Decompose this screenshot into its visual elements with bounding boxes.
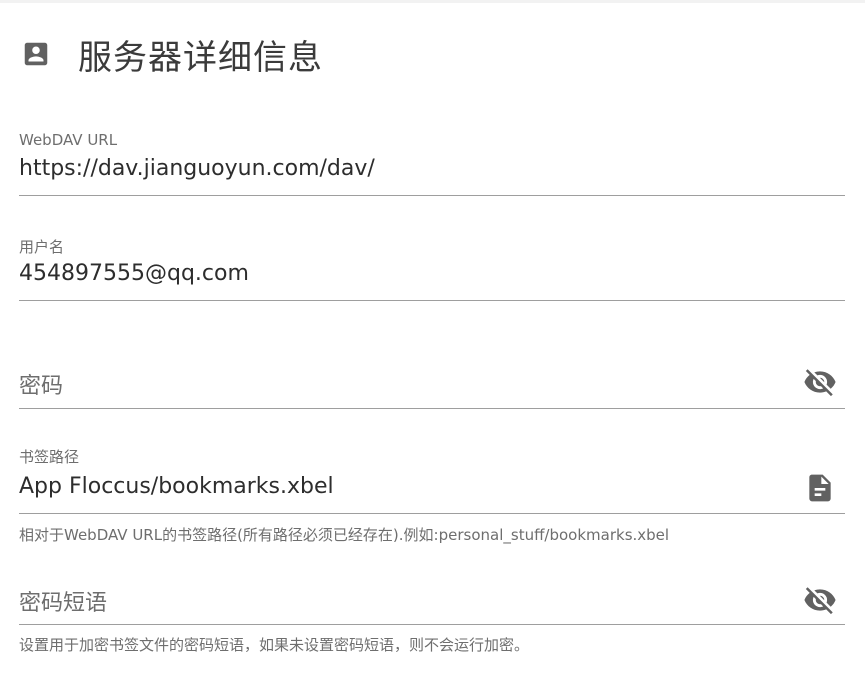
username-field[interactable]: 用户名 454897555@qq.com [19, 228, 845, 306]
file-document-icon[interactable] [803, 471, 837, 505]
username-underline [19, 300, 845, 301]
bookmark-path-label: 书签路径 [19, 448, 80, 466]
webdav-url-field[interactable]: WebDAV URL https://dav.jianguoyun.com/da… [19, 123, 845, 201]
eye-off-icon[interactable] [803, 583, 837, 617]
webdav-url-underline [19, 195, 845, 196]
passphrase-hint: 设置用于加密书签文件的密码短语，如果未设置密码短语，则不会运行加密。 [19, 636, 530, 654]
username-input[interactable]: 454897555@qq.com [19, 261, 249, 286]
passphrase-underline [19, 624, 845, 625]
password-input[interactable]: 密码 [19, 368, 63, 400]
password-underline [19, 408, 845, 409]
passphrase-input[interactable]: 密码短语 [19, 585, 107, 617]
section-header: 服务器详细信息 [18, 29, 323, 79]
bookmark-path-field[interactable]: 书签路径 App Floccus/bookmarks.xbel 相对于WebDA… [19, 438, 845, 548]
passphrase-field[interactable]: 密码短语 设置用于加密书签文件的密码短语，如果未设置密码短语，则不会运行加密。 [19, 558, 845, 668]
server-details-panel: 服务器详细信息 WebDAV URL https://dav.jianguoyu… [0, 0, 865, 677]
bookmark-path-input[interactable]: App Floccus/bookmarks.xbel [19, 474, 334, 499]
bookmark-path-hint: 相对于WebDAV URL的书签路径(所有路径必须已经存在).例如:person… [19, 526, 670, 544]
account-box-icon [18, 36, 54, 72]
webdav-url-label: WebDAV URL [19, 131, 118, 149]
eye-off-icon[interactable] [803, 365, 837, 399]
username-label: 用户名 [19, 238, 65, 256]
bookmark-path-underline [19, 513, 845, 514]
password-field[interactable]: 密码 [19, 333, 845, 411]
section-title: 服务器详细信息 [78, 37, 323, 78]
webdav-url-input[interactable]: https://dav.jianguoyun.com/dav/ [19, 156, 375, 181]
